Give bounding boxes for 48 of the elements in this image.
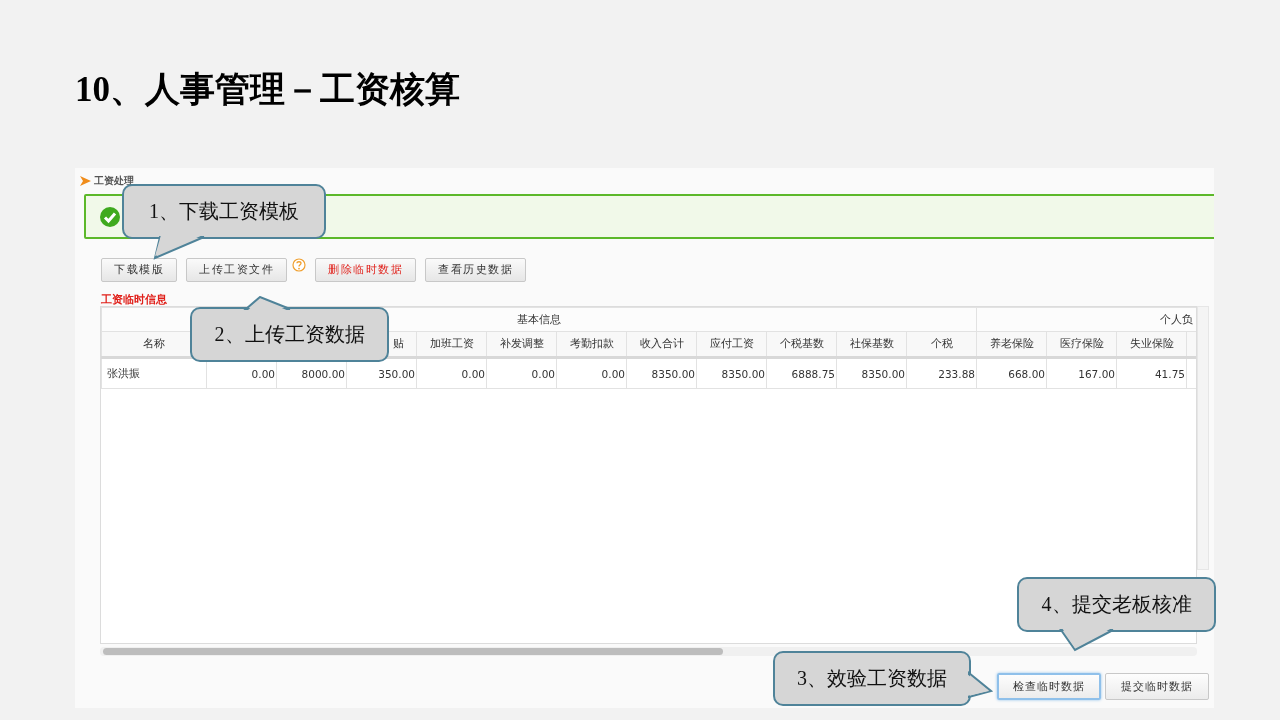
table-cell: 41.75 [1154, 367, 1185, 380]
column-header: 加班工资 [429, 337, 474, 349]
toolbar-button[interactable]: 删除临时数据 [315, 258, 416, 282]
column-header: 应付工资 [709, 337, 754, 349]
table-cell: 167.00 [1078, 367, 1115, 380]
column-header: 补发调整 [499, 337, 544, 349]
table-cell: 8000.00 [301, 367, 345, 380]
table-cell: 8350.00 [721, 367, 765, 380]
table-cell: 张洪振 [107, 366, 140, 379]
table-cell: 8350.00 [651, 367, 695, 380]
toolbar-button[interactable]: 下载模版 [101, 258, 177, 282]
column-header: 收入合计 [639, 337, 684, 349]
table-cell: 350.00 [378, 367, 415, 380]
table-cell: 668.00 [1008, 367, 1045, 380]
column-header: 个税 [930, 337, 953, 349]
column-header: 名称 [143, 337, 165, 349]
callout: 1、下载工资模板 [122, 184, 327, 260]
help-icon[interactable] [292, 258, 306, 272]
action-button[interactable]: 提交临时数据 [1105, 673, 1209, 700]
column-header: 考勤扣款 [569, 337, 614, 349]
table-cell: 233.88 [938, 367, 975, 380]
vertical-scrollbar[interactable] [1197, 306, 1209, 570]
callout: 4、提交老板核准 [1017, 577, 1217, 652]
toolbar-button[interactable]: 上传工资文件 [186, 258, 287, 282]
table-cell: 0.00 [601, 367, 625, 380]
toolbar-button[interactable]: 查看历史数据 [425, 258, 526, 282]
column-header: 贴 [393, 337, 404, 349]
table-cell: 6888.75 [791, 367, 835, 380]
section-title: 工资临时信息 [101, 292, 167, 306]
horizontal-scrollbar[interactable] [100, 647, 1197, 656]
group-header: 个人负 [1160, 312, 1193, 325]
check-icon [99, 205, 121, 228]
scrollbar-thumb[interactable] [103, 648, 723, 655]
column-header: 个税基数 [779, 337, 824, 349]
group-header: 基本信息 [517, 312, 561, 325]
column-header: 失业保险 [1129, 337, 1174, 349]
table-cell: 0.00 [251, 367, 275, 380]
callout: 2、上传工资数据 [190, 296, 390, 363]
column-header: 社保基数 [849, 337, 894, 349]
column-header: 养老保险 [989, 337, 1034, 349]
callout: 3、效验工资数据 [773, 651, 993, 707]
column-header: 医疗保险 [1059, 337, 1104, 349]
table-cell: 0.00 [531, 367, 555, 380]
slide-title: 10、人事管理－工资核算 [74, 69, 460, 111]
action-button[interactable]: 检查临时数据 [997, 673, 1101, 700]
table-cell: 8350.00 [861, 367, 905, 380]
arrow-icon [80, 176, 91, 186]
table-cell: 0.00 [461, 367, 485, 380]
